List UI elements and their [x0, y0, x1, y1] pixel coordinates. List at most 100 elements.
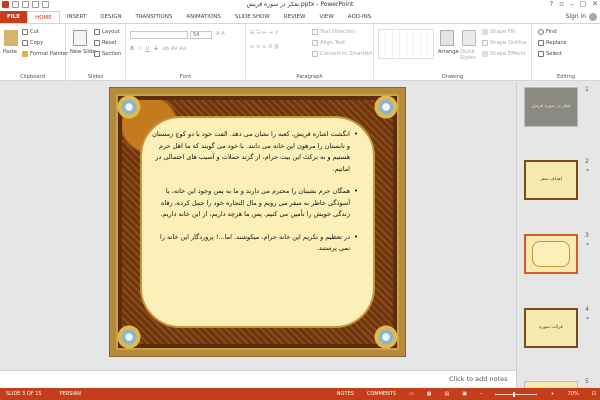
corner-flower-icon	[373, 324, 399, 350]
ribbon-display-icon[interactable]: ▫	[559, 0, 564, 8]
slideshow-view-icon[interactable]: ▣	[462, 391, 467, 397]
bullet-paragraph: در تعظیم و تکریم این خانه حرام، میکوشند.…	[148, 232, 358, 255]
tab-slide-show[interactable]: SLIDE SHOW	[228, 11, 277, 23]
editing-group: Find Replace Select Editing	[532, 24, 600, 81]
maximize-button[interactable]: □	[580, 0, 587, 8]
shape-outline-label: Shape Outline	[490, 40, 527, 46]
reading-view-icon[interactable]: ▤	[445, 391, 450, 397]
paragraph-label: Paragraph	[296, 74, 323, 80]
slide-thumbnail-1[interactable]: تفکر در سوره قریش	[524, 87, 578, 127]
paint-bucket-icon	[482, 29, 488, 35]
bullet-paragraph: همگان حرم نشینان را محترم می دارند و ما …	[148, 186, 358, 221]
thumbnail-number: 4	[585, 306, 589, 313]
tab-file[interactable]: FILE	[0, 11, 28, 23]
brush-icon	[22, 51, 28, 57]
text-direction-label: Text Direction	[320, 29, 356, 35]
tab-animations[interactable]: ANIMATIONS	[179, 11, 228, 23]
notes-button[interactable]: NOTES	[337, 391, 354, 397]
close-button[interactable]: ✕	[592, 0, 598, 8]
shapes-gallery[interactable]	[378, 29, 434, 59]
font-name-field[interactable]	[130, 31, 188, 39]
fit-slide-icon[interactable]: ⊡	[592, 391, 596, 397]
arrange-icon[interactable]	[440, 30, 454, 46]
slide-body-text[interactable]: انگشت اشاره قریش، کعبه را نشان می دهد. ا…	[148, 129, 358, 266]
convert-smartart-button[interactable]: Convert to SmartArt	[312, 51, 372, 57]
new-slide-button[interactable]: New Slide	[70, 49, 96, 55]
slide-thumbnail-2[interactable]: اهداف سفر	[524, 160, 578, 200]
language-indicator[interactable]: PERSIAN	[60, 391, 81, 397]
text-direction-button[interactable]: Text Direction	[312, 29, 356, 35]
shape-effects-label: Shape Effects	[490, 51, 526, 57]
tab-view[interactable]: VIEW	[312, 11, 340, 23]
powerpoint-window: تفکر در سوره قریش.pptx - PowerPoint ? ▫ …	[0, 0, 600, 400]
arrange-button[interactable]: Arrange	[438, 49, 459, 55]
copy-label: Copy	[30, 40, 44, 46]
format-painter-button[interactable]: Format Painter	[22, 51, 68, 57]
zoom-slider[interactable]	[495, 391, 538, 397]
new-slide-icon[interactable]	[73, 30, 87, 46]
tab-home[interactable]: HOME	[27, 11, 60, 23]
minimize-button[interactable]: –	[570, 0, 574, 8]
shape-fill-button[interactable]: Shape Fill	[482, 29, 515, 35]
layout-icon	[94, 29, 100, 35]
notes-pane[interactable]: Click to add notes	[0, 370, 516, 388]
reset-button[interactable]: Reset	[94, 40, 117, 46]
bullet-paragraph: انگشت اشاره قریش، کعبه را نشان می دهد. ا…	[148, 129, 358, 175]
status-right: NOTES COMMENTS ▭ ▦ ▤ ▣ – + 70% ⊡	[331, 391, 600, 397]
clipboard-group: Paste Cut Copy Format Painter Clipboard	[0, 24, 68, 81]
layout-label: Layout	[102, 29, 120, 35]
avatar[interactable]	[589, 13, 597, 21]
section-label: Section	[102, 51, 122, 57]
select-button[interactable]: Select	[538, 51, 562, 57]
zoom-in-icon[interactable]: +	[550, 391, 554, 397]
slide-counter: SLIDE 3 OF 15	[6, 391, 42, 397]
cut-label: Cut	[30, 29, 39, 35]
sign-in-link[interactable]: Sign in	[566, 13, 586, 20]
quick-styles-icon[interactable]	[462, 30, 476, 46]
font-size-field[interactable]: 54	[190, 31, 212, 39]
tab-add-ins[interactable]: ADD-INS	[341, 11, 378, 23]
replace-button[interactable]: Replace	[538, 40, 567, 46]
clipboard-label: Clipboard	[20, 74, 45, 80]
align-buttons[interactable]: ≡ ≡ ≡ ≣ ▥	[250, 44, 279, 50]
slide-thumbnails-panel: 1 تفکر در سوره قریش 2 * اهداف سفر 3 * 4 …	[516, 82, 600, 389]
shape-effects-button[interactable]: Shape Effects	[482, 51, 526, 57]
quick-styles-button[interactable]: Quick Styles	[460, 49, 478, 61]
replace-icon	[538, 40, 544, 46]
shape-outline-button[interactable]: Shape Outline	[482, 40, 527, 46]
paste-icon[interactable]	[4, 30, 18, 46]
cursor-icon	[538, 51, 544, 57]
effects-icon	[482, 51, 488, 57]
find-button[interactable]: Find	[538, 29, 557, 35]
tab-review[interactable]: REVIEW	[277, 11, 313, 23]
grow-font-icon[interactable]: A A	[216, 31, 225, 37]
font-group: 54 A A BIUS ab AV Aa Font	[126, 24, 246, 81]
align-text-button[interactable]: Align Text	[312, 40, 345, 46]
corner-flower-icon	[373, 94, 399, 120]
tab-transitions[interactable]: TRANSITIONS	[128, 11, 179, 23]
zoom-out-icon[interactable]: –	[480, 391, 483, 397]
thumbnail-title: تفکر در سوره قریش	[531, 104, 571, 109]
slide-thumbnail-4[interactable]: قرائت سوره	[524, 308, 578, 348]
tab-insert[interactable]: INSERT	[60, 11, 93, 23]
current-slide[interactable]: انگشت اشاره قریش، کعبه را نشان می دهد. ا…	[109, 87, 406, 357]
align-text-icon	[312, 40, 318, 46]
comments-button[interactable]: COMMENTS	[367, 391, 396, 397]
help-icon[interactable]: ?	[550, 0, 554, 8]
format-painter-label: Format Painter	[30, 51, 69, 57]
font-format-buttons[interactable]: BIUS ab AV Aa	[130, 46, 186, 52]
list-buttons[interactable]: ☰ ☷ ⇤ ⇥ ↕	[250, 30, 279, 36]
tab-design[interactable]: DESIGN	[93, 11, 128, 23]
paragraph-group: ☰ ☷ ⇤ ⇥ ↕ ≡ ≡ ≡ ≣ ▥ Text Direction Align…	[246, 24, 374, 81]
layout-button[interactable]: Layout	[94, 29, 120, 35]
slide-thumbnail-3[interactable]	[524, 234, 578, 274]
normal-view-icon[interactable]: ▭	[409, 391, 414, 397]
copy-button[interactable]: Copy	[22, 40, 43, 46]
cut-button[interactable]: Cut	[22, 29, 39, 35]
scissors-icon	[22, 29, 28, 35]
zoom-level[interactable]: 70%	[568, 391, 579, 397]
section-button[interactable]: Section	[94, 51, 121, 57]
slide-sorter-icon[interactable]: ▦	[427, 391, 432, 397]
find-label: Find	[546, 29, 557, 35]
paste-button[interactable]: Paste	[3, 49, 17, 55]
